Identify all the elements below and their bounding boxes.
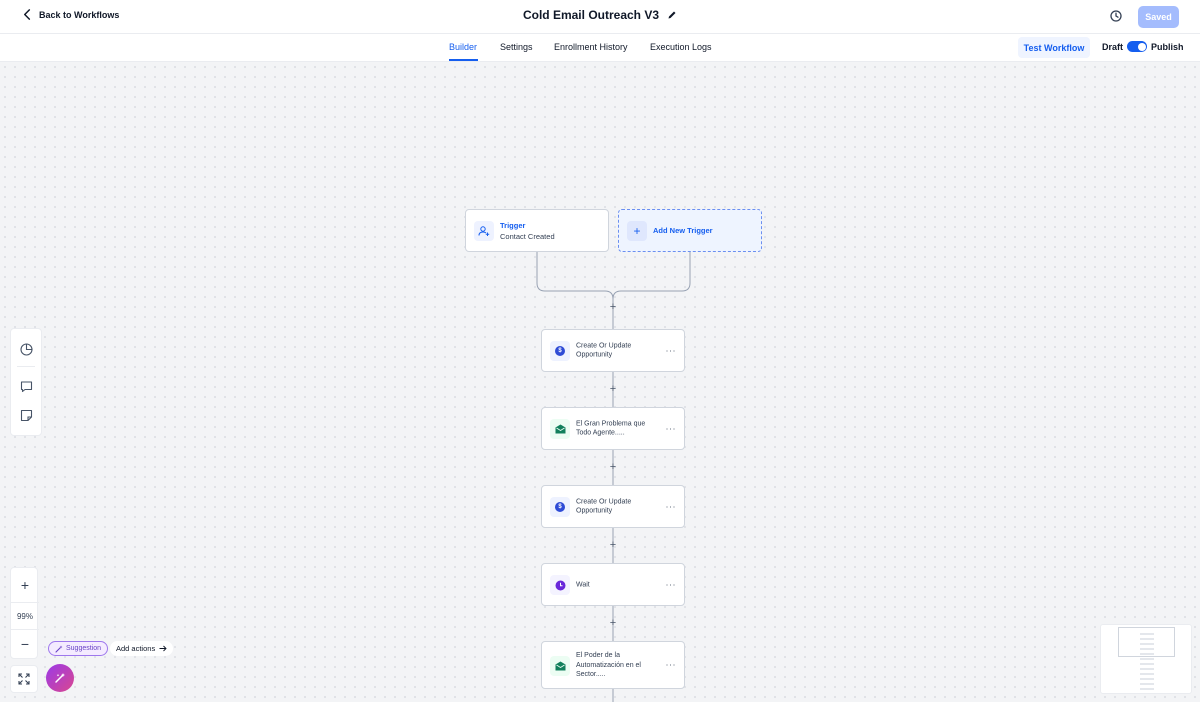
- add-step-plus-icon[interactable]: +: [608, 540, 618, 551]
- tab-settings[interactable]: Settings: [500, 42, 533, 52]
- arrow-right-icon: [159, 645, 167, 652]
- edit-pencil-icon[interactable]: [667, 10, 677, 20]
- add-actions-button[interactable]: Add actions: [110, 641, 174, 656]
- back-to-workflows-link[interactable]: Back to Workflows: [22, 9, 119, 20]
- minimap[interactable]: [1100, 624, 1192, 694]
- suggestion-label: Suggestion: [66, 645, 102, 652]
- clock-icon: [550, 575, 570, 595]
- zoom-level: 99%: [11, 602, 39, 630]
- workflow-step-card[interactable]: $ Create Or Update Opportunity ···: [541, 485, 685, 528]
- step-label: El Poder de la Automatización en el Sect…: [576, 651, 641, 678]
- trigger-title: Trigger: [500, 221, 526, 230]
- trigger-card[interactable]: Trigger Contact Created: [465, 209, 609, 252]
- add-step-plus-icon[interactable]: +: [608, 462, 618, 473]
- draft-label: Draft: [1102, 42, 1124, 52]
- pie-chart-icon[interactable]: [19, 342, 34, 357]
- comment-icon[interactable]: [19, 379, 34, 394]
- connector-lines: [536, 252, 691, 702]
- more-options-icon[interactable]: ···: [666, 501, 677, 511]
- more-options-icon[interactable]: ···: [666, 660, 677, 670]
- mail-icon: [550, 656, 570, 676]
- zoom-in-button[interactable]: +: [11, 572, 39, 598]
- add-actions-label: Add actions: [116, 644, 156, 653]
- history-icon[interactable]: [1109, 9, 1123, 23]
- saved-button[interactable]: Saved: [1138, 6, 1179, 28]
- workflow-step-card[interactable]: El Poder de la Automatización en el Sect…: [541, 641, 685, 689]
- expand-icon: [18, 673, 30, 685]
- step-label: Wait: [576, 580, 590, 588]
- mail-icon: [550, 419, 570, 439]
- plus-icon: +: [627, 221, 647, 241]
- tabs-row: Builder Settings Enrollment History Exec…: [0, 34, 1200, 62]
- trigger-subtitle: Contact Created: [500, 232, 555, 241]
- sparkle-wand-icon: [55, 673, 65, 683]
- zoom-controls: + 99% −: [10, 567, 39, 659]
- ai-assistant-button[interactable]: [46, 664, 74, 692]
- step-label: Create Or Update Opportunity: [576, 498, 632, 515]
- toolbar-divider: [17, 366, 35, 367]
- left-toolbar: [10, 328, 42, 436]
- dollar-icon: $: [550, 341, 570, 361]
- zoom-out-button[interactable]: −: [11, 631, 39, 657]
- sticky-note-icon[interactable]: [19, 408, 34, 423]
- more-options-icon[interactable]: ···: [666, 423, 677, 433]
- publish-toggle[interactable]: [1127, 41, 1147, 52]
- sparkle-icon: [55, 645, 63, 653]
- more-options-icon[interactable]: ···: [666, 345, 677, 355]
- fit-view-button[interactable]: [10, 665, 38, 693]
- publish-label: Publish: [1151, 42, 1184, 52]
- chevron-left-icon: [24, 9, 31, 20]
- add-step-plus-icon[interactable]: +: [608, 618, 618, 629]
- minimap-nodes: [1140, 633, 1154, 691]
- workflow-step-card[interactable]: $ Create Or Update Opportunity ···: [541, 329, 685, 372]
- dollar-icon: $: [550, 497, 570, 517]
- add-step-plus-icon[interactable]: +: [608, 302, 618, 313]
- workflow-title: Cold Email Outreach V3: [522, 8, 660, 22]
- add-new-trigger-button[interactable]: + Add New Trigger: [618, 209, 762, 252]
- tab-builder[interactable]: Builder: [449, 42, 477, 52]
- workflow-canvas[interactable]: + + + + + Trigger Contact Created + Add …: [0, 62, 1200, 702]
- tab-execution-logs[interactable]: Execution Logs: [650, 42, 712, 52]
- tab-enrollment-history[interactable]: Enrollment History: [554, 42, 628, 52]
- add-step-plus-icon[interactable]: +: [608, 384, 618, 395]
- add-trigger-label: Add New Trigger: [653, 226, 713, 235]
- step-label: Create Or Update Opportunity: [576, 342, 632, 359]
- active-tab-indicator: [449, 59, 478, 61]
- top-bar: Back to Workflows Cold Email Outreach V3…: [0, 0, 1200, 34]
- test-workflow-button[interactable]: Test Workflow: [1018, 37, 1090, 58]
- user-plus-icon: [474, 221, 494, 241]
- workflow-step-card[interactable]: El Gran Problema que Todo Agente..... ··…: [541, 407, 685, 450]
- workflow-step-card[interactable]: Wait ···: [541, 563, 685, 606]
- more-options-icon[interactable]: ···: [666, 579, 677, 589]
- title-area: Cold Email Outreach V3: [0, 8, 1200, 22]
- suggestion-badge[interactable]: Suggestion: [48, 641, 109, 656]
- back-label: Back to Workflows: [39, 9, 120, 20]
- step-label: El Gran Problema que Todo Agente.....: [576, 420, 646, 437]
